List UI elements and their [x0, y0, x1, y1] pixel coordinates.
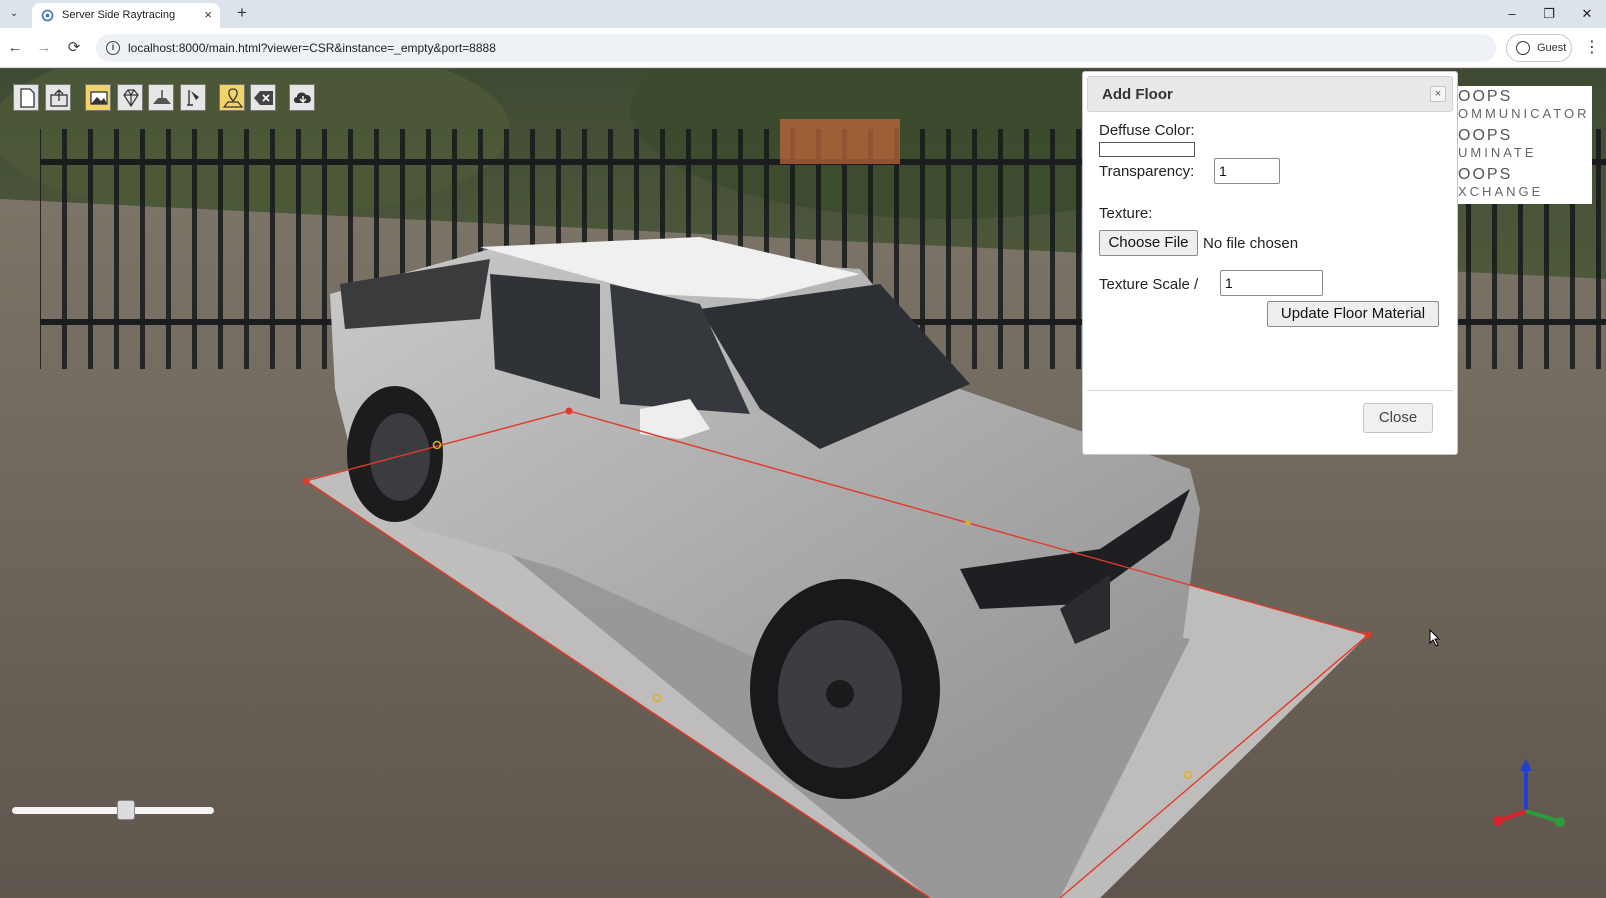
add-floor-icon — [153, 90, 171, 104]
cloud-download-button[interactable] — [289, 84, 315, 111]
browser-tab-bar: ⌄ Server Side Raytracing × + – ❐ ✕ — [0, 0, 1606, 28]
new-document-icon — [20, 88, 35, 108]
add-floor-dialog: Add Floor × Deffuse Color: Transparency:… — [1082, 71, 1458, 455]
environment-image-button[interactable] — [85, 84, 111, 111]
logo-luminate-sub: UMINATE — [1458, 145, 1537, 160]
add-floor-button[interactable] — [148, 84, 174, 111]
diffuse-color-swatch[interactable] — [1099, 142, 1195, 157]
restore-icon[interactable]: ❐ — [1538, 4, 1560, 24]
light-icon — [187, 90, 199, 106]
axis-triad-icon — [1493, 759, 1565, 827]
light-button[interactable] — [180, 84, 206, 111]
delete-button[interactable] — [250, 84, 276, 111]
site-info-icon[interactable]: i — [106, 41, 120, 55]
forward-arrow-icon[interactable]: → — [34, 38, 54, 58]
back-arrow-icon[interactable]: ← — [5, 38, 25, 58]
upload-model-button[interactable] — [45, 84, 71, 111]
dialog-titlebar[interactable]: Add Floor × — [1087, 76, 1453, 112]
dialog-title: Add Floor — [1102, 86, 1173, 103]
profile-button[interactable]: Guest — [1506, 34, 1572, 62]
url-text[interactable]: localhost:8000/main.html?viewer=CSR&inst… — [128, 41, 496, 55]
close-window-icon[interactable]: ✕ — [1576, 4, 1598, 24]
dialog-separator — [1087, 390, 1453, 391]
texture-label: Texture: — [1099, 205, 1153, 222]
logo-communicator-title: OOPS — [1458, 88, 1513, 105]
browser-nav-bar: ← → ⟳ i localhost:8000/main.html?viewer=… — [0, 28, 1606, 68]
tab-title: Server Side Raytracing — [62, 9, 176, 21]
logo-exchange-sub: XCHANGE — [1458, 184, 1544, 199]
raytracing-favicon-icon — [41, 9, 54, 22]
profile-label: Guest — [1537, 42, 1567, 54]
cloud-download-icon — [294, 92, 311, 103]
texture-scale-label: Texture Scale / — [1099, 276, 1199, 293]
new-document-button[interactable] — [13, 84, 39, 111]
slider-track[interactable] — [12, 807, 214, 814]
slider-thumb[interactable] — [117, 800, 135, 820]
logo-exchange-title: OOPS — [1458, 166, 1513, 183]
texture-scale-input[interactable] — [1220, 270, 1323, 296]
logo-luminate-title: OOPS — [1458, 127, 1513, 144]
mouse-cursor-icon — [1429, 629, 1441, 647]
minimize-icon[interactable]: – — [1501, 4, 1523, 24]
location-marker-button[interactable] — [219, 84, 245, 111]
tab-server-side-raytracing[interactable]: Server Side Raytracing × — [32, 3, 220, 28]
logo-communicator-sub: OMMUNICATOR — [1458, 106, 1590, 121]
material-button[interactable] — [117, 84, 143, 111]
diffuse-color-label: Deffuse Color: — [1099, 122, 1195, 139]
viewer-slider[interactable] — [12, 799, 214, 821]
transparency-label: Transparency: — [1099, 163, 1195, 180]
reload-icon[interactable]: ⟳ — [64, 38, 84, 58]
choose-file-button[interactable]: Choose File — [1099, 230, 1198, 256]
tab-close-icon[interactable]: × — [204, 7, 212, 23]
hoops-logos-panel: OOPS OMMUNICATOR OOPS UMINATE OOPS XCHAN… — [1440, 86, 1592, 204]
transparency-input[interactable] — [1214, 158, 1280, 184]
dialog-close-icon[interactable]: × — [1430, 86, 1446, 102]
environment-image-icon — [90, 91, 108, 105]
raytracing-viewport[interactable]: OOPS OMMUNICATOR OOPS UMINATE OOPS XCHAN… — [0, 69, 1606, 898]
browser-menu-icon[interactable]: ⋮ — [1584, 38, 1600, 58]
delete-icon — [254, 91, 273, 105]
tab-list-chevron-icon[interactable]: ⌄ — [6, 6, 22, 22]
no-file-chosen-text: No file chosen — [1203, 235, 1299, 252]
address-bar[interactable]: i localhost:8000/main.html?viewer=CSR&in… — [96, 34, 1496, 62]
update-floor-material-button[interactable]: Update Floor Material — [1267, 301, 1439, 327]
profile-avatar-icon — [1516, 41, 1530, 55]
close-button[interactable]: Close — [1363, 403, 1433, 433]
location-marker-icon — [222, 88, 244, 108]
diamond-material-icon — [123, 89, 139, 108]
upload-model-icon — [50, 89, 68, 107]
new-tab-button[interactable]: + — [232, 3, 252, 23]
